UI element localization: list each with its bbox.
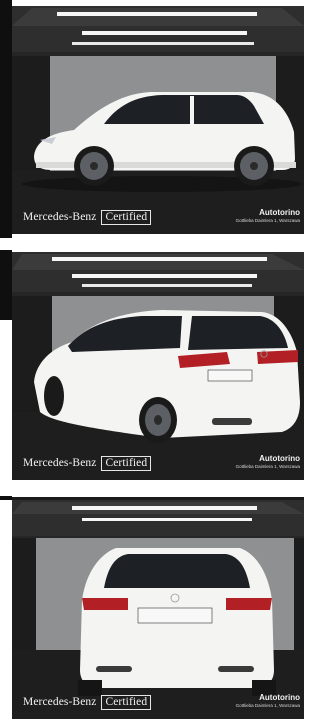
dealer-address: Gottlieba Daimlera 1, Warszawa xyxy=(235,464,300,469)
car-rear-image xyxy=(12,500,304,719)
car-photo-rear[interactable]: Mercedes-Benz Certified Autotorino Gottl… xyxy=(12,497,304,719)
left-edge-strip xyxy=(0,250,12,320)
dealer-name: Autotorino xyxy=(259,693,300,702)
car-photo-rear-three-quarter[interactable]: Mercedes-Benz Certified Autotorino Gottl… xyxy=(12,252,304,480)
car-side-image xyxy=(12,6,304,234)
dealer-address: Gottlieba Daimlera 1, Warszawa xyxy=(235,703,300,708)
mercedes-benz-certified-logo: Mercedes-Benz Certified xyxy=(23,695,152,710)
certified-badge: Certified xyxy=(101,210,152,225)
car-photo-side[interactable]: Mercedes-Benz Certified Autotorino Gottl… xyxy=(12,6,304,234)
brand-name: Mercedes-Benz xyxy=(23,211,97,223)
dealer-address: Gottlieba Daimlera 1, Warszawa xyxy=(235,218,300,223)
dealer-info: Autotorino Gottlieba Daimlera 1, Warszaw… xyxy=(236,454,300,470)
mercedes-benz-certified-logo: Mercedes-Benz Certified xyxy=(23,210,152,225)
dealer-info: Autotorino Gottlieba Daimlera 1, Warszaw… xyxy=(236,693,300,709)
dealer-name: Autotorino xyxy=(259,208,300,217)
left-edge-strip xyxy=(0,496,12,500)
car-rear-three-quarter-image xyxy=(12,252,304,480)
brand-name: Mercedes-Benz xyxy=(23,696,97,708)
dealer-name: Autotorino xyxy=(259,454,300,463)
certified-badge: Certified xyxy=(101,695,152,710)
brand-name: Mercedes-Benz xyxy=(23,457,97,469)
dealer-info: Autotorino Gottlieba Daimlera 1, Warszaw… xyxy=(236,208,300,224)
left-edge-strip xyxy=(0,0,12,238)
certified-badge: Certified xyxy=(101,456,152,471)
mercedes-benz-certified-logo: Mercedes-Benz Certified xyxy=(23,456,152,471)
